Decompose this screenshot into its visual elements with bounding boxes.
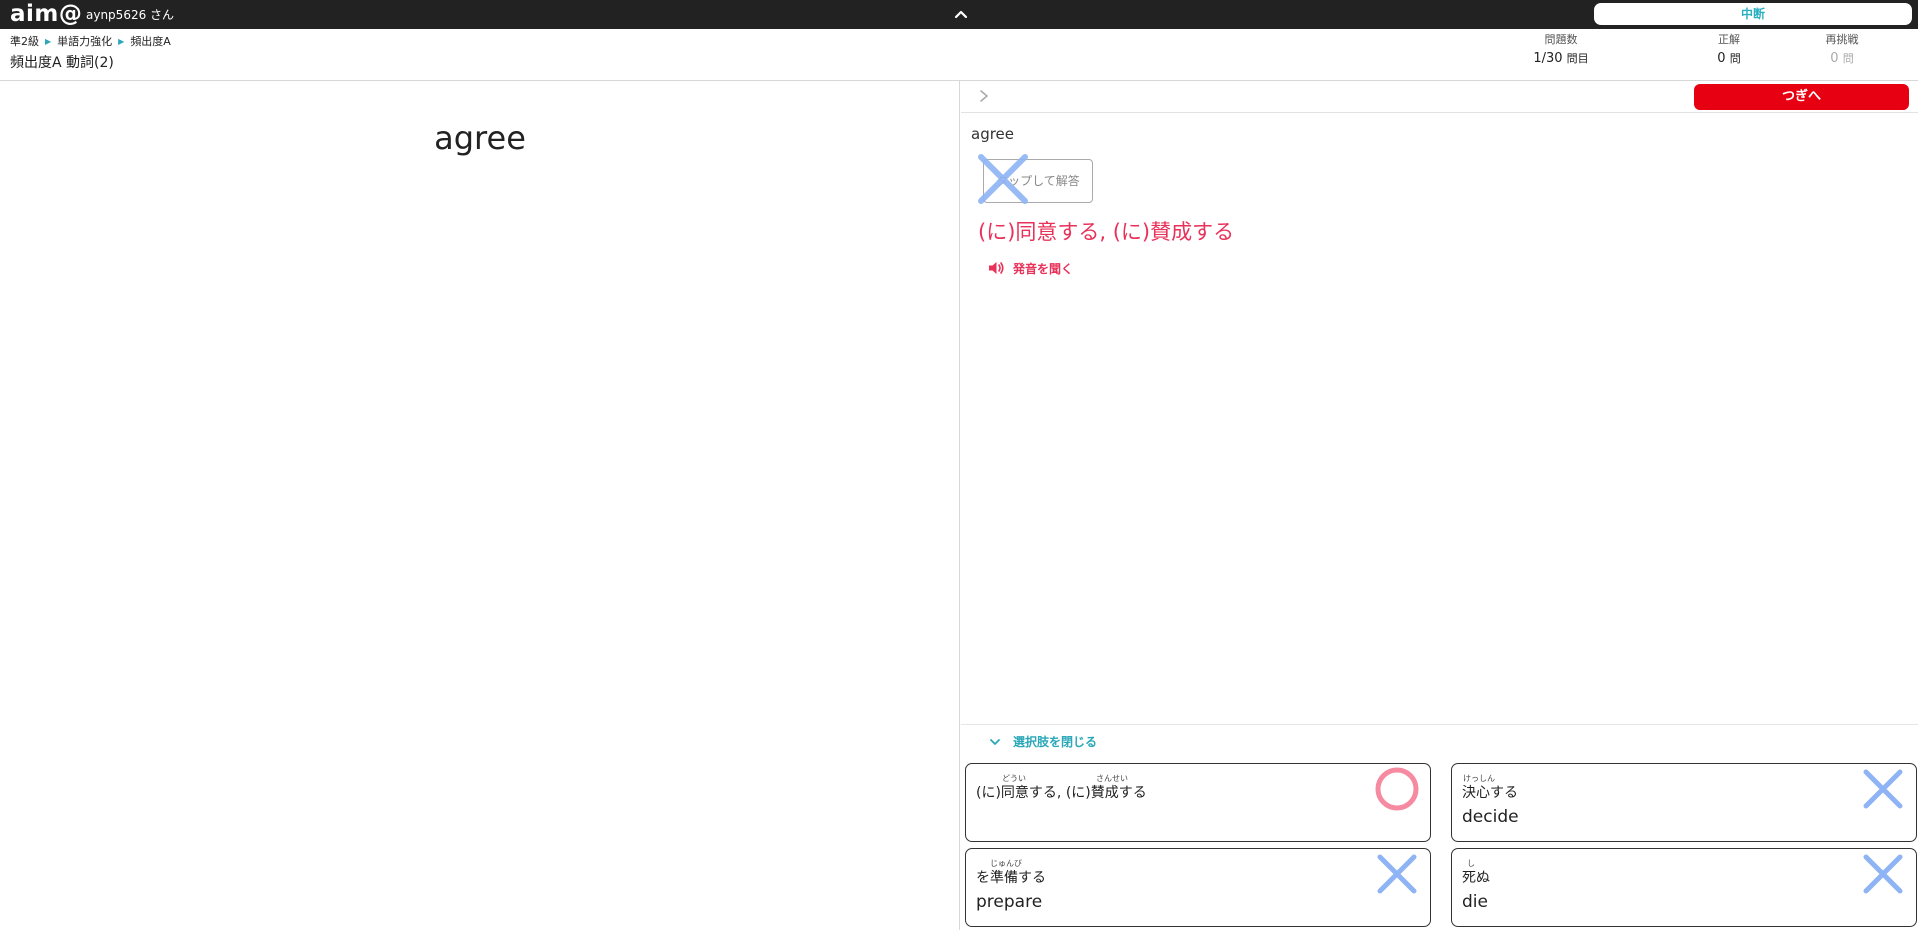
wrong-x-icon [1863,854,1903,894]
choice-card[interactable]: けっしん 決心する decide [1451,763,1917,842]
answer-toolbar: つぎへ [961,81,1918,113]
stat-correct: 正解 0 問 [1684,33,1774,67]
breadcrumb-item-level[interactable]: 頻出度A [130,35,171,49]
choice-english: decide [1462,807,1519,827]
choice-ruby: さんせい [1096,774,1128,783]
pronunciation-label: 発音を聞く [1013,261,1074,276]
chevron-down-icon [990,738,1000,745]
choice-english: die [1462,892,1488,912]
next-button[interactable]: つぎへ [1694,84,1909,110]
choice-japanese: を準備する [976,870,1046,886]
close-choices-label: 選択肢を閉じる [1013,735,1098,749]
speaker-icon [989,262,1004,274]
answer-word: agree [971,125,1015,143]
stat-questions: 問題数 1/30 問目 [1516,33,1606,67]
stat-retry: 再挑戦 0 問 [1797,33,1887,67]
choice-english: prepare [976,892,1043,912]
breadcrumb-item-grade[interactable]: 準2級 [10,35,39,49]
wrong-x-icon [1863,769,1903,809]
choice-ruby: けっしん [1463,774,1495,783]
breadcrumb: 準2級 ▶ 単語力強化 ▶ 頻出度A [10,35,171,49]
choice-card[interactable]: じゅんび を準備する prepare [965,848,1431,927]
chevron-up-icon[interactable] [951,4,971,24]
aim-logo[interactable]: aim@ [10,1,82,27]
stat-questions-value: 1/30 [1533,51,1563,66]
pause-button[interactable]: 中断 [1594,3,1912,25]
stat-correct-label: 正解 [1718,33,1740,46]
breadcrumb-item-course[interactable]: 単語力強化 [57,35,112,49]
answer-pane: つぎへ agree タップして解答 (に)同意する, (に)賛成する 発音を聞く… [961,81,1918,930]
answer-meaning: (に)同意する, (に)賛成する [978,220,1235,244]
pronunciation-button[interactable]: 発音を聞く [987,259,1073,277]
stat-retry-value: 0 [1830,51,1839,66]
top-bar: aim@ aynp5626 さん 中断 [0,0,1918,29]
page-title: 頻出度A 動詞(2) [10,55,114,71]
choice-ruby: どうい [1002,774,1026,783]
correct-circle-icon [1375,767,1419,811]
stat-correct-value: 0 [1717,51,1726,66]
breadcrumb-separator-icon: ▶ [118,37,125,46]
choice-japanese: (に)同意する, (に)賛成する [976,785,1147,801]
choice-japanese: 死ぬ [1462,870,1490,886]
question-pane: agree [0,81,960,930]
wrong-x-icon [1377,854,1417,894]
choice-ruby: し [1467,859,1475,868]
close-choices-toggle[interactable]: 選択肢を閉じる [961,724,1918,758]
choice-japanese: 決心する [1462,785,1518,801]
stat-retry-unit: 問 [1842,52,1854,65]
choice-card[interactable]: どうい さんせい (に)同意する, (に)賛成する [965,763,1431,842]
stat-questions-unit: 問目 [1566,52,1589,65]
chevron-right-icon[interactable] [977,88,991,104]
stat-retry-label: 再挑戦 [1825,33,1859,46]
username: aynp5626 さん [86,8,175,22]
wrong-x-icon [978,154,1028,204]
stat-questions-label: 問題数 [1544,33,1578,46]
question-word: agree [434,119,526,157]
choice-card[interactable]: し 死ぬ die [1451,848,1917,927]
stat-correct-unit: 問 [1729,52,1741,65]
breadcrumb-separator-icon: ▶ [45,37,52,46]
sub-header: 準2級 ▶ 単語力強化 ▶ 頻出度A 頻出度A 動詞(2) 問題数 1/30 問… [0,29,1918,81]
choice-ruby: じゅんび [990,859,1022,868]
